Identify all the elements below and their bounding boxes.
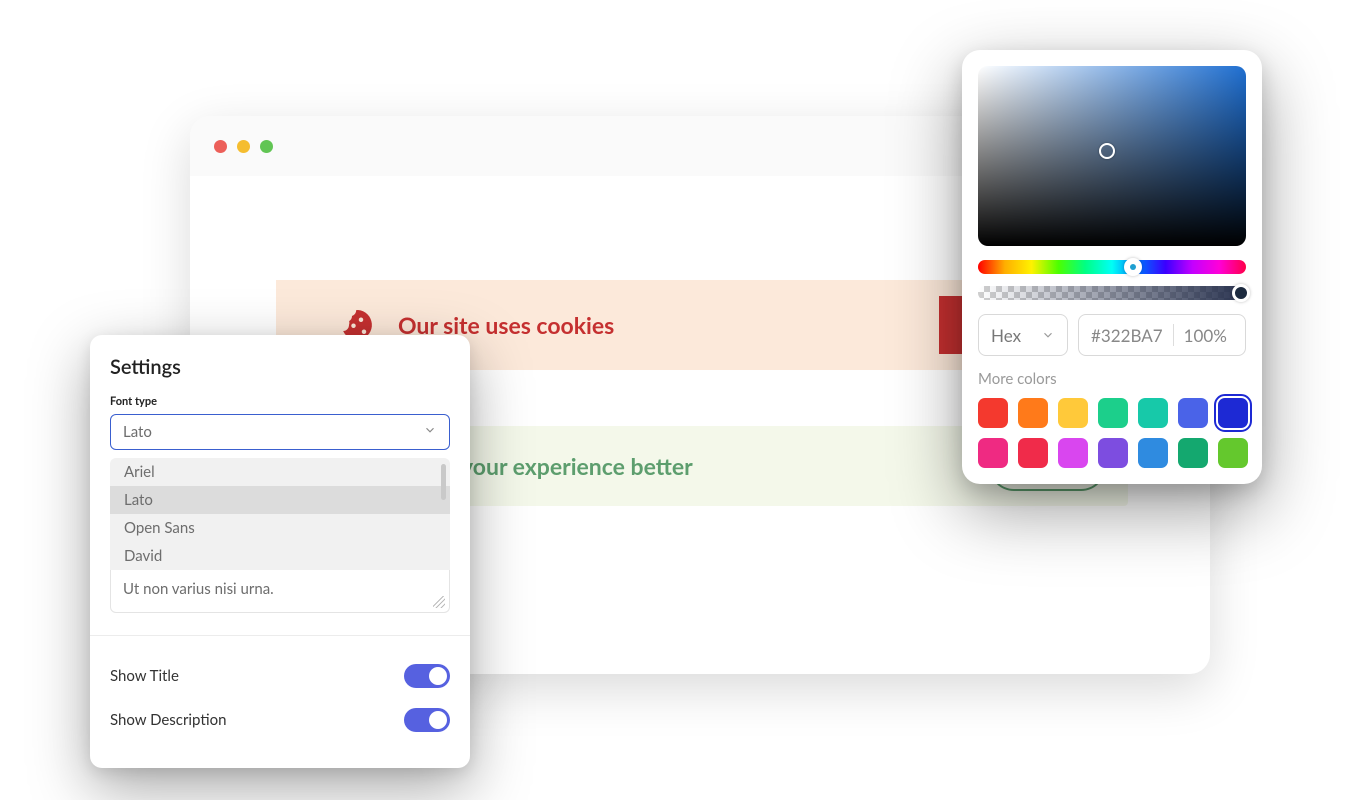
hex-value: #322BA7 <box>1091 325 1163 346</box>
alpha-thumb[interactable] <box>1232 284 1250 302</box>
color-swatch[interactable] <box>1018 398 1048 428</box>
font-type-select[interactable]: Lato <box>110 414 450 450</box>
chevron-down-icon <box>423 423 437 441</box>
swatch-grid <box>978 398 1246 468</box>
color-picker-panel: Hex #322BA7 100% More colors <box>962 50 1262 484</box>
font-option[interactable]: Lato <box>110 486 450 514</box>
color-swatch[interactable] <box>1138 398 1168 428</box>
font-option[interactable]: Ariel <box>110 458 450 486</box>
show-description-toggle[interactable] <box>404 708 450 732</box>
color-swatch[interactable] <box>978 398 1008 428</box>
alpha-value: 100% <box>1184 325 1227 346</box>
color-format-value: Hex <box>991 325 1021 346</box>
divider <box>90 635 470 636</box>
toggle-label: Show Description <box>110 711 226 729</box>
scrollbar-thumb[interactable] <box>441 464 446 500</box>
font-dropdown-list: Ariel Lato Open Sans David <box>110 458 450 570</box>
window-close-button[interactable] <box>214 140 227 153</box>
color-swatch[interactable] <box>1138 438 1168 468</box>
separator <box>1173 324 1174 346</box>
saturation-cursor[interactable] <box>1099 143 1115 159</box>
settings-title: Settings <box>110 355 450 379</box>
color-swatch[interactable] <box>1218 438 1248 468</box>
hue-slider[interactable] <box>978 260 1246 274</box>
font-option[interactable]: Open Sans <box>110 514 450 542</box>
more-colors-label: More colors <box>978 370 1246 388</box>
resize-handle-icon[interactable] <box>433 596 445 608</box>
window-zoom-button[interactable] <box>260 140 273 153</box>
show-title-toggle[interactable] <box>404 664 450 688</box>
window-minimize-button[interactable] <box>237 140 250 153</box>
saturation-field[interactable] <box>978 66 1246 246</box>
color-swatch[interactable] <box>1058 438 1088 468</box>
color-swatch[interactable] <box>1058 398 1088 428</box>
toggle-row-show-title: Show Title <box>110 654 450 698</box>
color-swatch[interactable] <box>1098 438 1128 468</box>
preview-text: Ut non varius nisi urna. <box>123 580 274 598</box>
color-swatch[interactable] <box>1178 398 1208 428</box>
font-option[interactable]: David <box>110 542 450 570</box>
color-swatch[interactable] <box>1218 398 1248 428</box>
font-type-value: Lato <box>123 423 152 441</box>
toggle-label: Show Title <box>110 667 179 685</box>
preview-textarea[interactable]: Ut non varius nisi urna. <box>110 570 450 613</box>
toggle-row-show-description: Show Description <box>110 698 450 742</box>
color-swatch[interactable] <box>1018 438 1048 468</box>
color-swatch[interactable] <box>978 438 1008 468</box>
chevron-down-icon <box>1041 325 1055 346</box>
hue-thumb[interactable] <box>1124 258 1142 276</box>
font-type-label: Font type <box>110 395 450 408</box>
color-swatch[interactable] <box>1178 438 1208 468</box>
color-format-select[interactable]: Hex <box>978 314 1068 356</box>
color-swatch[interactable] <box>1098 398 1128 428</box>
alpha-slider[interactable] <box>978 286 1246 300</box>
settings-panel: Settings Font type Lato Ariel Lato Open … <box>90 335 470 768</box>
hex-input[interactable]: #322BA7 100% <box>1078 314 1246 356</box>
